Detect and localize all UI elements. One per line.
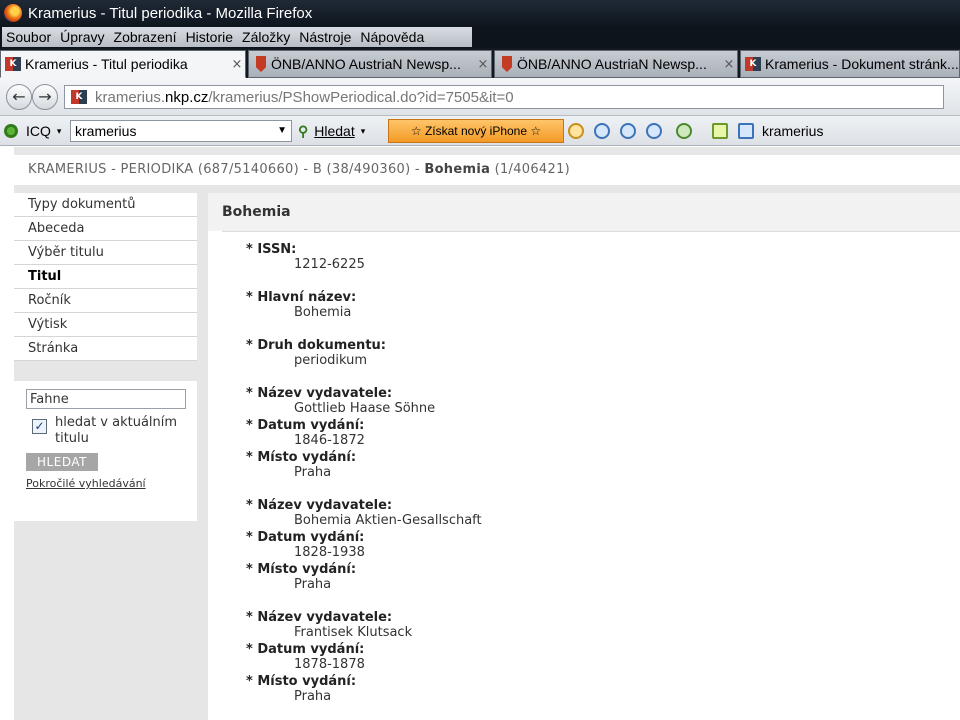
toolbar-search-input[interactable]: kramerius ▼ [70,120,292,142]
chevron-down-icon[interactable]: ▼ [277,121,287,141]
tab-onb-anno-2[interactable]: ÖNB/ANNO AustriaN Newsp... × [494,50,738,78]
search-in-title-checkbox[interactable]: ✓ [32,419,47,434]
close-icon[interactable]: × [721,57,737,72]
tab-kramerius-dokument[interactable]: K Kramerius - Dokument stránk... [740,50,960,78]
metadata-field: * Hlavní název: Bohemia [246,290,357,320]
tab-label: ÖNB/ANNO AustriaN Newsp... [517,56,707,72]
sidebar-item-stranka[interactable]: Stránka [14,337,197,361]
tab-bar: K Kramerius - Titul periodika × ÖNB/ANNO… [0,48,960,78]
menu-zobrazeni[interactable]: Zobrazení [114,29,177,45]
address-bar[interactable]: K kramerius.nkp.cz/kramerius/PShowPeriod… [64,85,944,109]
tab-onb-anno-1[interactable]: ÖNB/ANNO AustriaN Newsp... × [248,50,492,78]
menu-bar: Soubor Úpravy Zobrazení Historie Záložky… [0,26,960,48]
metadata-field: * Datum vydání: 1828-1938 [246,530,365,560]
tab-kramerius-titul[interactable]: K Kramerius - Titul periodika × [0,50,246,78]
metadata-field: * Místo vydání: Praha [246,674,357,704]
sidebar-item-abeceda[interactable]: Abeceda [14,217,197,241]
metadata-field: * Místo vydání: Praha [246,450,357,480]
menu-napoveda[interactable]: Nápověda [360,29,424,45]
forward-arrow-icon[interactable]: → [32,84,58,110]
metadata-field: * Datum vydání: 1846-1872 [246,418,365,448]
metadata-field: * Druh dokumentu: periodikum [246,338,386,368]
icq-flower-icon [4,124,18,138]
sidebar-item-titul[interactable]: Titul [14,265,197,289]
zoom-in-icon[interactable] [594,123,610,139]
firefox-icon [4,4,22,22]
window-titlebar: Kramerius - Titul periodika - Mozilla Fi… [0,0,960,26]
icq-label: ICQ [26,123,51,139]
icq-button[interactable]: ICQ ▾ [4,116,61,146]
metadata-field: * Název vydavatele: Bohemia Aktien-Gesal… [246,498,482,528]
metadata-field: * Název vydavatele: Gottlieb Haase Söhne [246,386,436,416]
close-icon[interactable]: × [475,57,491,72]
tab-label: Kramerius - Dokument stránk... [765,56,959,72]
search-toolbar: ICQ ▾ kramerius ▼ ⚲ Hledat ▾ ☆ Získat no… [0,116,960,146]
find-page-icon[interactable] [738,123,754,139]
window-title: Kramerius - Titul periodika - Mozilla Fi… [28,4,313,22]
highlighter-icon[interactable] [712,123,728,139]
breadcrumb-current: Bohemia [424,162,491,177]
zoom-out-icon[interactable] [646,123,662,139]
navigation-toolbar: ← → K kramerius.nkp.cz/kramerius/PShowPe… [0,78,960,116]
onb-favicon [256,56,266,72]
search-button[interactable]: HLEDAT [26,453,98,471]
promo-iphone-button[interactable]: ☆ Získat nový iPhone ☆ [388,119,564,143]
onb-favicon [502,56,512,72]
metadata-field: * Název vydavatele: Frantisek Klutsack [246,610,413,640]
zoom-in-icon[interactable] [620,123,636,139]
menu-zalozky[interactable]: Záložky [242,29,290,45]
search-in-title-label: hledat v aktuálním titulu [55,415,178,446]
metadata-field: * Datum vydání: 1878-1878 [246,642,365,672]
kramerius-favicon: K [745,57,761,71]
tab-label: Kramerius - Titul periodika [25,56,188,72]
sidebar-item-rocnik[interactable]: Ročník [14,289,197,313]
sidebar-divider [14,361,197,381]
chevron-down-icon: ▾ [56,125,62,136]
smiley-icon[interactable] [568,123,584,139]
menu-upravy[interactable]: Úpravy [60,29,104,45]
breadcrumb-path[interactable]: KRAMERIUS - PERIODIKA (687/5140660) - B … [28,162,424,177]
hledat-button[interactable]: ⚲ Hledat ▾ [298,116,365,146]
breadcrumb-count: (1/406421) [490,162,571,177]
back-arrow-icon[interactable]: ← [6,84,32,110]
metadata-list: * ISSN: 1212-6225 * Hlavní název: Bohemi… [222,231,960,720]
sidebar-item-typy-dokumentu[interactable]: Typy dokumentů [14,193,197,217]
tab-label: ÖNB/ANNO AustriaN Newsp... [271,56,461,72]
search-in-title-option: ✓ hledat v aktuálním titulu [26,415,197,447]
close-icon[interactable]: × [229,57,245,72]
sidebar: Typy dokumentů Abeceda Výběr titulu Titu… [14,193,197,720]
main-content: Bohemia * ISSN: 1212-6225 * Hlavní název… [208,193,960,720]
fulltext-search-input[interactable] [26,389,186,409]
web-page: KRAMERIUS - PERIODIKA (687/5140660) - B … [14,147,960,720]
advanced-search-link[interactable]: Pokročilé vyhledávání [26,477,197,490]
sidebar-item-vyber-titulu[interactable]: Výběr titulu [14,241,197,265]
page-title: Bohemia [208,193,960,231]
metadata-field: * ISSN: 1212-6225 [246,242,365,272]
sidebar-search-panel: ✓ hledat v aktuálním titulu HLEDAT Pokro… [14,381,197,521]
breadcrumb: KRAMERIUS - PERIODIKA (687/5140660) - B … [14,155,960,185]
toolbar-find-text[interactable]: kramerius [762,116,823,146]
menu-soubor[interactable]: Soubor [6,29,51,45]
page-margin [0,147,14,720]
sidebar-item-vytisk[interactable]: Výtisk [14,313,197,337]
metadata-field: * Místo vydání: Praha [246,562,357,592]
menu-nastroje[interactable]: Nástroje [299,29,351,45]
url-text[interactable]: kramerius.nkp.cz/kramerius/PShowPeriodic… [95,89,514,106]
chevron-down-icon: ▾ [360,125,366,136]
menu-historie[interactable]: Historie [186,29,233,45]
kramerius-favicon: K [5,57,21,71]
globe-icon[interactable] [676,123,692,139]
sidebar-nav: Typy dokumentů Abeceda Výběr titulu Titu… [14,193,197,361]
kramerius-favicon: K [71,90,87,104]
search-icon: ⚲ [298,122,309,139]
